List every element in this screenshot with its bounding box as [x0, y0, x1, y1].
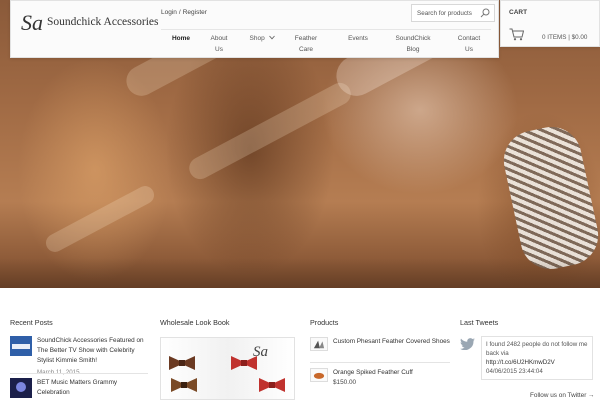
login-link[interactable]: Login: [161, 9, 177, 16]
cart-title: CART: [509, 9, 528, 16]
list-item[interactable]: SoundChick Accessories Featured on The B…: [10, 336, 148, 376]
nav-shop[interactable]: Shop: [247, 33, 277, 44]
tweet-time: 04/06/2015 23:44:04: [486, 368, 543, 375]
product-thumbnail: [310, 337, 328, 351]
cart-widget[interactable]: CART 0 ITEMS | $0.00: [500, 0, 600, 47]
tweet-card: I found 2482 people do not follow me bac…: [481, 336, 593, 380]
nav-feather-care[interactable]: Feather Care: [291, 33, 321, 55]
feather-cuff-image: [498, 121, 600, 275]
list-item[interactable]: Custom Phesant Feather Covered Shoes: [310, 337, 450, 359]
tweet-text: I found 2482 people do not follow me bac…: [486, 341, 588, 357]
product-price: $150.00: [333, 379, 357, 386]
nav-events[interactable]: Events: [343, 33, 373, 44]
nav-soundchick-blog[interactable]: SoundChick Blog: [387, 33, 439, 55]
bow-tie-image: [259, 378, 285, 392]
cart-icon[interactable]: [509, 28, 524, 41]
search-box[interactable]: Search for products: [411, 4, 495, 22]
twitter-icon: [460, 338, 475, 350]
search-input[interactable]: Search for products: [417, 10, 472, 17]
nav-home[interactable]: Home: [169, 33, 193, 44]
lookbook-image[interactable]: Sa: [160, 337, 295, 400]
products-title: Products: [310, 318, 339, 327]
main-nav: Home About Us Shop Feather Care Events S…: [161, 29, 491, 56]
post-thumbnail: [10, 336, 32, 356]
logo-mark: Sa: [21, 10, 43, 35]
follow-twitter-link[interactable]: Follow us on Twitter →: [530, 392, 595, 399]
product-name[interactable]: Orange Spiked Feather Cuff: [333, 369, 413, 376]
post-thumbnail: [10, 378, 32, 398]
nav-about-us[interactable]: About Us: [205, 33, 233, 55]
product-thumbnail: [310, 368, 328, 382]
cart-summary[interactable]: 0 ITEMS | $0.00: [542, 34, 587, 41]
post-title[interactable]: SoundChick Accessories Featured on The B…: [37, 337, 144, 364]
lookbook-title: Wholesale Look Book: [160, 318, 230, 327]
recent-posts-title: Recent Posts: [10, 318, 53, 327]
list-item[interactable]: Orange Spiked Feather Cuff $150.00: [310, 368, 450, 390]
account-links: Login / Register: [161, 9, 207, 16]
register-link[interactable]: Register: [183, 9, 207, 16]
logo-text: Soundchick Accessories: [47, 16, 159, 28]
post-title[interactable]: BET Music Matters Grammy Celebration: [37, 379, 117, 396]
bow-tie-image: [169, 356, 195, 370]
search-icon[interactable]: [480, 8, 490, 18]
tweet-link[interactable]: http://t.co/6U2HKmwD2V: [486, 358, 588, 367]
site-header: Sa Soundchick Accessories Login / Register…: [10, 0, 499, 58]
nav-contact-us[interactable]: Contact Us: [453, 33, 485, 55]
site-logo[interactable]: Sa Soundchick Accessories: [21, 10, 159, 35]
tweets-title: Last Tweets: [460, 318, 499, 327]
chevron-down-icon: [268, 35, 275, 40]
bow-tie-image: [171, 378, 197, 392]
bow-tie-image: [231, 356, 257, 370]
list-item[interactable]: BET Music Matters Grammy Celebration: [10, 378, 148, 400]
product-name[interactable]: Custom Phesant Feather Covered Shoes: [333, 338, 450, 345]
